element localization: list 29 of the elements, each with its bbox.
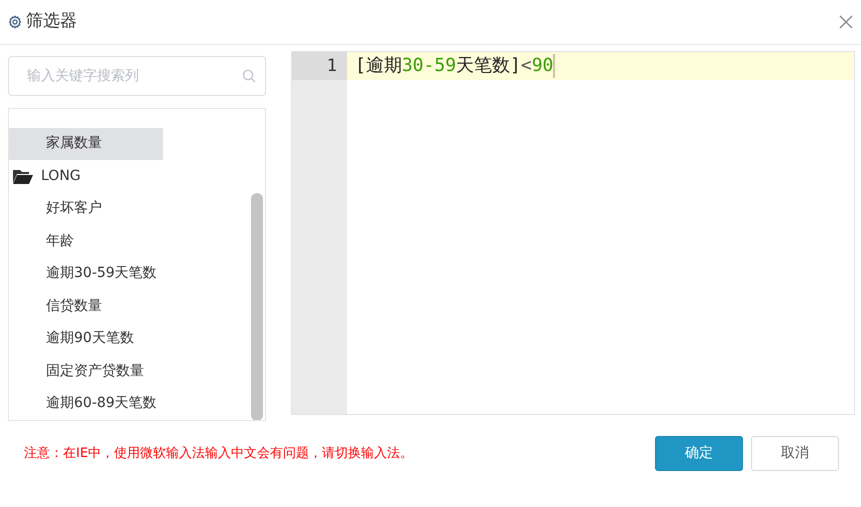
column-item[interactable]: 家属数量 (9, 128, 163, 160)
column-item[interactable]: 固定资产贷数量 (9, 355, 163, 388)
code-token: 天笔数 (456, 54, 510, 78)
column-item[interactable]: 年龄 (9, 225, 163, 258)
dialog-title: 筛选器 (26, 10, 77, 34)
search-icon (242, 69, 256, 83)
column-item[interactable]: 好坏客户 (9, 192, 163, 225)
column-item[interactable]: 逾期60-89天笔数 (9, 388, 163, 420)
code-token: 90 (532, 54, 554, 78)
folder-label: LONG (41, 166, 81, 186)
code-token: ] (510, 54, 521, 78)
close-button[interactable] (839, 15, 853, 29)
folder-item[interactable]: LONG (9, 160, 265, 192)
code-token: < (520, 54, 532, 78)
cancel-button[interactable]: 取消 (751, 436, 839, 471)
folder-icon (13, 168, 33, 184)
settings-icon (8, 15, 22, 29)
warning-text: 注意：在IE中，使用微软输入法输入中文会有问题，请切换输入法。 (24, 444, 414, 463)
code-editor[interactable]: 1 [逾期30-59天笔数]<90 (291, 51, 855, 415)
code-token: [ (355, 54, 366, 78)
column-item[interactable]: 逾期90天笔数 (9, 322, 163, 355)
line-number: 1 (292, 52, 347, 80)
column-item[interactable]: 信贷数量 (9, 290, 163, 322)
scrollbar-thumb[interactable] (251, 193, 263, 420)
code-token: 逾期 (366, 54, 402, 78)
column-item[interactable]: 逾期30-59天笔数 (9, 258, 163, 290)
code-token: 30-59 (402, 54, 456, 78)
search-field[interactable]: 输入关键字搜索列 (8, 56, 266, 96)
text-cursor (553, 54, 556, 78)
